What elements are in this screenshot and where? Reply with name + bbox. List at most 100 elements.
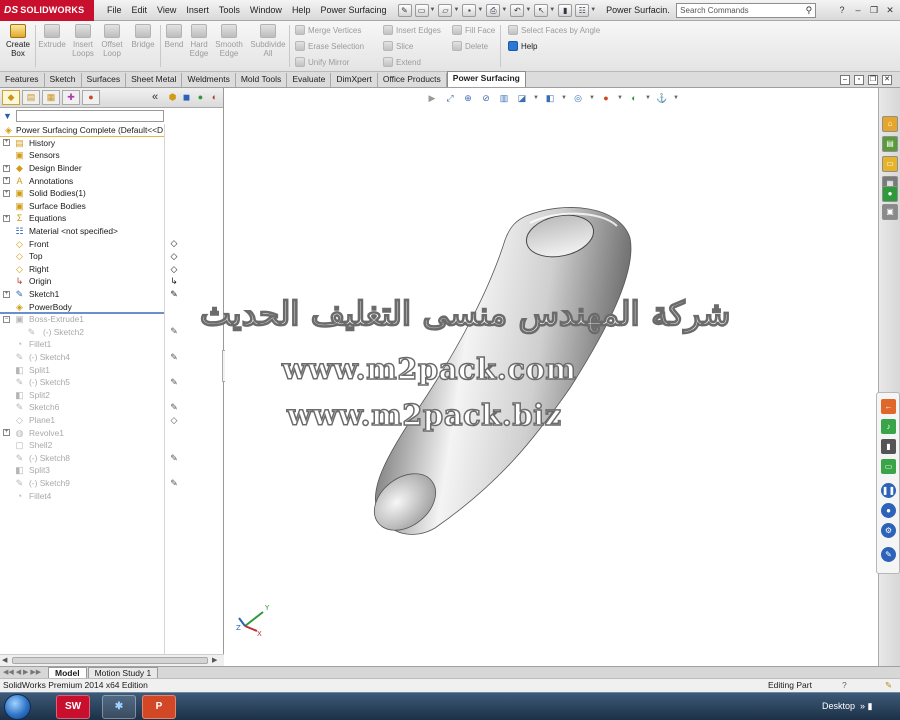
sketch1-flyout-icon[interactable]: ✎	[168, 289, 180, 300]
tree-item-split3[interactable]: ◧ Split3	[0, 464, 164, 477]
new-caret-icon[interactable]: ▼	[430, 7, 436, 13]
fill-face-button[interactable]: Fill Face	[452, 25, 495, 35]
menu-edit[interactable]: Edit	[127, 5, 153, 15]
undo-icon[interactable]: ↶	[510, 3, 525, 17]
configuration-manager-tab-icon[interactable]: ▦	[42, 90, 60, 105]
sketch4-flyout-icon[interactable]: ✎	[168, 352, 180, 363]
tree-item-solid-bodies[interactable]: + ▣ Solid Bodies(1)	[0, 187, 164, 200]
tree-item-fillet1[interactable]: ◔ Fillet1	[0, 338, 164, 351]
extrude-button[interactable]: Extrude	[37, 24, 67, 49]
tree-item-revolve1[interactable]: + ◍ Revolve1	[0, 426, 164, 439]
help-button[interactable]: Help	[508, 41, 537, 51]
collab-arrow-icon[interactable]: ←	[881, 399, 896, 414]
offset-loop-button[interactable]: Offset Loop	[98, 24, 126, 58]
front-plane-flyout-icon[interactable]: ◇	[168, 238, 180, 249]
open-folder-icon[interactable]: ▱	[438, 3, 453, 17]
menu-file[interactable]: File	[102, 5, 127, 15]
tree-item-sketch5[interactable]: ✎ (-) Sketch5	[0, 376, 164, 389]
sketch8-flyout-icon[interactable]: ✎	[168, 453, 180, 464]
status-help-icon[interactable]: ?	[842, 679, 847, 692]
feature-manager-tab-icon[interactable]: ◆	[2, 90, 20, 105]
open-caret-icon[interactable]: ▼	[453, 7, 459, 13]
screen-share-icon[interactable]: ▭	[881, 459, 896, 474]
property-manager-tab-icon[interactable]: ▤	[22, 90, 40, 105]
filter-icon[interactable]: ▼	[3, 111, 12, 121]
graphics-area[interactable]: ▶ ⤢ ⊕ ⊘ ▥ ◪ ▼ ◧ ▼ ◎ ▼ ● ▼ ◐ ▼ ⚓ ▼ شركة ا…	[199, 88, 878, 666]
origin-flyout-icon[interactable]: ↳	[168, 276, 180, 287]
options-caret-icon[interactable]: ▼	[590, 7, 596, 13]
camera-icon[interactable]: ▮	[881, 439, 896, 454]
cube-tool-icon[interactable]: ◼	[180, 91, 193, 104]
tab-sketch[interactable]: Sketch	[45, 73, 82, 87]
tree-item-top-plane[interactable]: ◇ Top	[0, 250, 164, 263]
tree-item-right-plane[interactable]: ◇ Right	[0, 263, 164, 276]
solidworks-logo[interactable]: DS SOLIDWORKS	[0, 0, 94, 21]
expand-icon[interactable]: +	[3, 139, 10, 147]
tree-item-sketch4[interactable]: ✎ (-) Sketch4	[0, 351, 164, 364]
tab-model[interactable]: Model	[48, 667, 87, 678]
merge-vertices-button[interactable]: Merge Vertices	[295, 25, 361, 35]
pin-icon[interactable]: ✎	[397, 3, 412, 17]
pen-tool-icon[interactable]: ✎	[881, 547, 896, 562]
tab-nav-arrows-icon[interactable]: ◀◀ ◀ ▶ ▶▶	[0, 667, 48, 678]
menu-tools[interactable]: Tools	[214, 5, 245, 15]
collapse-panel-icon[interactable]: «	[152, 91, 158, 103]
plane1-flyout-icon[interactable]: ◇	[168, 415, 180, 426]
tab-sheet-metal[interactable]: Sheet Metal	[126, 73, 183, 87]
tree-item-shell2[interactable]: ▢ Shell2	[0, 439, 164, 452]
system-tray-icon[interactable]: » ▮	[860, 701, 872, 712]
close-button[interactable]: ✕	[883, 4, 897, 17]
tab-power-surfacing[interactable]: Power Surfacing	[446, 71, 526, 87]
smooth-edge-button[interactable]: Smooth Edge	[213, 24, 245, 58]
expand-icon[interactable]: +	[3, 164, 10, 172]
top-plane-flyout-icon[interactable]: ◇	[168, 251, 180, 262]
custom-properties-icon[interactable]: ▣	[882, 204, 898, 220]
status-rebuild-icon[interactable]: ✎	[885, 679, 892, 692]
tree-item-boss-extrude1[interactable]: − ▣ Boss-Extrude1	[0, 313, 164, 326]
tree-item-origin[interactable]: ↳ Origin	[0, 275, 164, 288]
tree-item-material[interactable]: ☷ Material <not specified>	[0, 225, 164, 238]
desktop-toolbar-label[interactable]: Desktop	[822, 701, 855, 711]
tree-root[interactable]: ◈ Power Surfacing Complete (Default<<D	[0, 124, 164, 137]
new-document-icon[interactable]: ▭	[414, 3, 429, 17]
bend-button[interactable]: Bend	[162, 24, 186, 49]
pause-icon[interactable]: ❚❚	[881, 483, 896, 498]
tree-item-sketch2[interactable]: ✎ (-) Sketch2	[0, 326, 164, 339]
doc-tile-button[interactable]: ❐	[868, 74, 878, 85]
tree-item-design-binder[interactable]: + ◆ Design Binder	[0, 162, 164, 175]
expand-icon[interactable]: +	[3, 177, 10, 185]
right-plane-flyout-icon[interactable]: ◇	[168, 264, 180, 275]
minimize-button[interactable]: –	[851, 4, 865, 17]
tree-item-plane1[interactable]: ◇ Plane1	[0, 414, 164, 427]
delete-button[interactable]: Delete	[452, 41, 488, 51]
solidworks-taskbar-icon[interactable]: SW	[56, 695, 90, 719]
tree-item-split2[interactable]: ◧ Split2	[0, 388, 164, 401]
save-icon[interactable]: ▪	[462, 3, 477, 17]
tab-motion-study-1[interactable]: Motion Study 1	[87, 667, 159, 678]
tab-features[interactable]: Features	[0, 73, 45, 87]
expand-icon[interactable]: +	[3, 189, 10, 197]
tree-item-split1[interactable]: ◧ Split1	[0, 363, 164, 376]
design-library-icon[interactable]: ▤	[882, 136, 898, 152]
solidworks-resources-icon[interactable]: ⌂	[882, 116, 898, 132]
sketch5-flyout-icon[interactable]: ✎	[168, 377, 180, 388]
tree-item-sketch1[interactable]: + ✎ Sketch1	[0, 288, 164, 301]
unify-mirror-button[interactable]: Unify Mirror	[295, 57, 349, 67]
appearance-tool-icon[interactable]: ⬢	[166, 91, 179, 104]
doc-restore-button[interactable]: ▫	[854, 74, 864, 85]
extend-button[interactable]: Extend	[383, 57, 421, 67]
bridge-button[interactable]: Bridge	[128, 24, 158, 49]
tree-horizontal-scrollbar[interactable]: ◀ ▶	[0, 654, 224, 666]
start-button[interactable]	[4, 694, 31, 720]
tree-item-annotations[interactable]: + A Annotations	[0, 174, 164, 187]
restore-button[interactable]: ❐	[867, 4, 881, 17]
snowflake-app-taskbar-icon[interactable]: ✱	[102, 695, 136, 719]
slice-button[interactable]: Slice	[383, 41, 413, 51]
menu-view[interactable]: View	[152, 5, 181, 15]
tree-item-sensors[interactable]: ▣ Sensors	[0, 149, 164, 162]
microphone-icon[interactable]: ♪	[881, 419, 896, 434]
scroll-right-icon[interactable]: ▶	[212, 656, 217, 664]
tree-item-sketch9[interactable]: ✎ (-) Sketch9	[0, 477, 164, 490]
undo-caret-icon[interactable]: ▼	[525, 7, 531, 13]
print-icon[interactable]: ⎙	[486, 3, 501, 17]
